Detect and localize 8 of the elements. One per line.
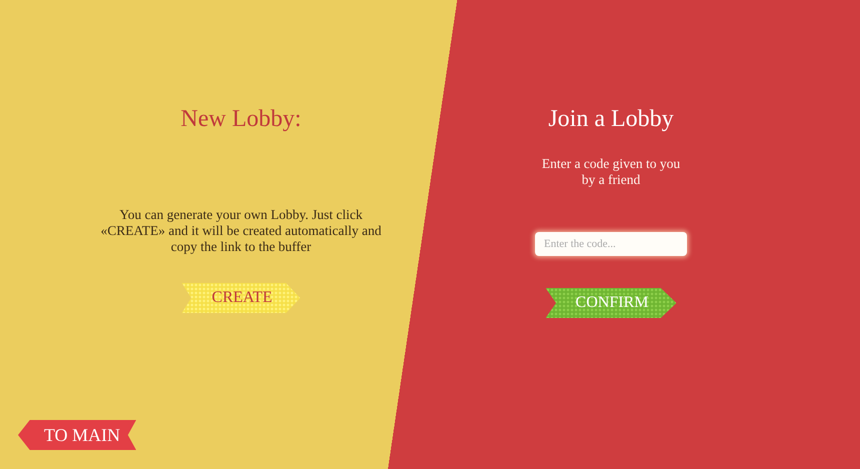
description-text: You can generate your own Lobby. Just click «CREATE» and it will be created automatically and copy the link to the buffer xyxy=(100,207,382,255)
back-button[interactable]: TO MAIN xyxy=(18,420,136,450)
code-input-field[interactable]: Enter the code... xyxy=(535,232,687,256)
panel-title: New Lobby: xyxy=(180,105,302,134)
create-button[interactable]: CREATE xyxy=(182,283,300,313)
confirm-button[interactable]: CONFIRM xyxy=(546,288,676,318)
panel-title: Join a Lobby xyxy=(548,105,674,134)
description-text: Enter a code given to you by a friend xyxy=(540,156,682,188)
